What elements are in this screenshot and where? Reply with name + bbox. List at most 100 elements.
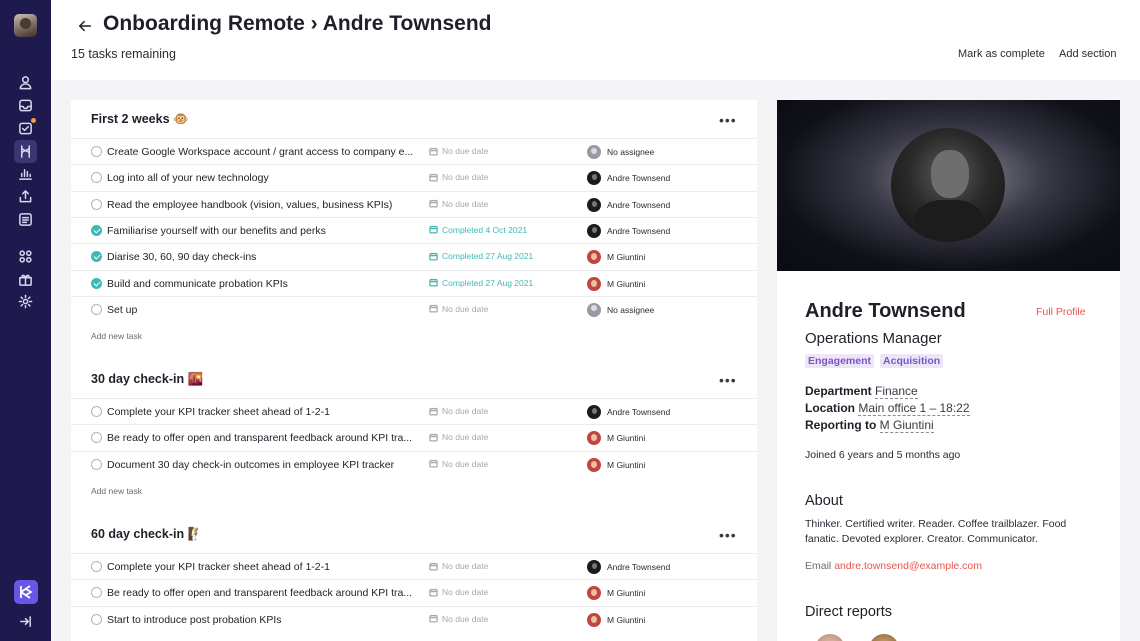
due-date[interactable]: No due date	[429, 304, 488, 314]
tag-engagement[interactable]: Engagement	[805, 354, 875, 368]
task-name[interactable]: Set up	[107, 304, 417, 316]
inbox-icon[interactable]	[16, 96, 35, 115]
task-checkbox[interactable]	[91, 172, 102, 184]
task-checkbox[interactable]	[91, 406, 102, 417]
workflows-icon[interactable]	[14, 140, 37, 163]
due-date[interactable]: No due date	[429, 406, 488, 416]
section-more-icon[interactable]: •••	[719, 373, 737, 387]
list-icon[interactable]	[16, 210, 35, 229]
assignee[interactable]: M Giuntini	[587, 431, 645, 446]
task-checkbox[interactable]	[91, 146, 102, 157]
task-name[interactable]: Document 30 day check-in outcomes in emp…	[107, 459, 417, 471]
task-checkbox[interactable]	[91, 198, 102, 210]
back-arrow-icon[interactable]	[75, 16, 95, 36]
mark-complete-button[interactable]: Mark as complete	[958, 48, 1045, 60]
due-date[interactable]: No due date	[429, 172, 488, 182]
task-name[interactable]: Start to introduce post probation KPIs	[107, 614, 417, 626]
department-row: Department Finance	[805, 384, 918, 399]
location-value[interactable]: Main office 1 – 18:22	[858, 401, 970, 416]
section-more-icon[interactable]: •••	[719, 528, 737, 542]
due-date[interactable]: Completed 4 Oct 2021	[429, 225, 527, 235]
task-row[interactable]: Be ready to offer open and transparent f…	[71, 579, 757, 605]
user-avatar[interactable]	[14, 14, 37, 37]
section-more-icon[interactable]: •••	[719, 113, 737, 127]
task-name[interactable]: Build and communicate probation KPIs	[107, 278, 417, 290]
task-row[interactable]: Document 30 day check-in outcomes in emp…	[71, 450, 757, 477]
task-complete-check-icon[interactable]	[91, 277, 102, 289]
due-date[interactable]: No due date	[429, 587, 488, 597]
task-row[interactable]: Be ready to offer open and transparent f…	[71, 424, 757, 450]
add-section-button[interactable]: Add section	[1059, 48, 1116, 60]
task-complete-check-icon[interactable]	[91, 224, 102, 236]
assignee-name: Andre Townsend	[607, 562, 671, 572]
apps-grid-icon[interactable]	[16, 247, 35, 266]
task-checkbox[interactable]	[91, 587, 102, 599]
assignee[interactable]: Andre Townsend	[587, 560, 670, 574]
task-name[interactable]: Diarise 30, 60, 90 day check-ins	[107, 251, 417, 263]
due-date[interactable]: No due date	[429, 199, 488, 209]
task-name[interactable]: Be ready to offer open and transparent f…	[107, 432, 417, 444]
task-row[interactable]: Build and communicate probation KPIs Com…	[71, 269, 757, 296]
due-date[interactable]: Completed 27 Aug 2021	[429, 251, 533, 261]
due-date[interactable]: No due date	[429, 561, 488, 571]
email-link[interactable]: andre.townsend@example.com	[834, 560, 982, 572]
assignee[interactable]: Andre Townsend	[587, 197, 670, 212]
task-checkbox[interactable]	[91, 613, 102, 625]
task-name[interactable]: Complete your KPI tracker sheet ahead of…	[107, 561, 417, 573]
settings-gear-icon[interactable]	[16, 292, 35, 311]
assignee[interactable]: M Giuntini	[587, 276, 645, 291]
task-name[interactable]: Familiarise yourself with our benefits a…	[107, 225, 417, 237]
assignee-avatar	[587, 171, 601, 186]
task-row[interactable]: Log into all of your new technology No d…	[71, 164, 757, 190]
task-checkbox[interactable]	[91, 303, 102, 315]
app-logo-icon[interactable]	[14, 580, 38, 604]
gift-icon[interactable]	[16, 270, 35, 289]
analytics-icon[interactable]	[16, 164, 35, 183]
task-row[interactable]: Create Google Workspace account / grant …	[71, 138, 757, 164]
department-value[interactable]: Finance	[875, 384, 918, 399]
add-new-task-button[interactable]: Add new task	[91, 331, 142, 341]
upload-icon[interactable]	[16, 187, 35, 206]
task-row[interactable]: Read the employee handbook (vision, valu…	[71, 190, 757, 217]
assignee[interactable]: M Giuntini	[587, 586, 645, 601]
task-row[interactable]: Diarise 30, 60, 90 day check-ins Complet…	[71, 243, 757, 269]
reporting-value[interactable]: M Giuntini	[879, 418, 934, 433]
due-date[interactable]: No due date	[429, 432, 488, 442]
task-name[interactable]: Complete your KPI tracker sheet ahead of…	[107, 406, 417, 418]
task-checkbox[interactable]	[91, 432, 102, 444]
task-name[interactable]: Read the employee handbook (vision, valu…	[107, 199, 417, 211]
task-name[interactable]: Be ready to offer open and transparent f…	[107, 587, 417, 599]
due-date[interactable]: No due date	[429, 146, 488, 156]
page-title: Onboarding Remote › Andre Townsend	[103, 12, 492, 35]
due-date[interactable]: Completed 27 Aug 2021	[429, 278, 533, 288]
tag-acquisition[interactable]: Acquisition	[880, 354, 944, 368]
due-date[interactable]: No due date	[429, 459, 488, 469]
person-icon[interactable]	[16, 73, 35, 92]
task-row[interactable]: Complete your KPI tracker sheet ahead of…	[71, 553, 757, 579]
tasks-icon[interactable]	[16, 118, 36, 138]
assignee[interactable]: M Giuntini	[587, 612, 645, 627]
assignee[interactable]: No assignee	[587, 302, 654, 317]
direct-report-avatar[interactable]	[869, 634, 899, 641]
task-name[interactable]: Log into all of your new technology	[107, 172, 417, 184]
task-name[interactable]: Create Google Workspace account / grant …	[107, 146, 417, 158]
task-checkbox[interactable]	[91, 561, 102, 572]
assignee[interactable]: Andre Townsend	[587, 171, 670, 186]
full-profile-link[interactable]: Full Profile	[1036, 306, 1086, 318]
task-list-panel: First 2 weeks 🐵 ••• Create Google Workspa…	[71, 100, 757, 641]
task-row[interactable]: Start to introduce post probation KPIs N…	[71, 605, 757, 632]
collapse-sidebar-icon[interactable]	[16, 612, 35, 631]
task-row[interactable]: Set up No due date No assignee	[71, 295, 757, 322]
task-checkbox[interactable]	[91, 458, 102, 470]
add-new-task-button[interactable]: Add new task	[91, 486, 142, 496]
task-row[interactable]: Familiarise yourself with our benefits a…	[71, 216, 757, 243]
due-date[interactable]: No due date	[429, 614, 488, 624]
assignee[interactable]: Andre Townsend	[587, 223, 670, 238]
task-row[interactable]: Complete your KPI tracker sheet ahead of…	[71, 398, 757, 424]
direct-report-avatar[interactable]	[815, 634, 845, 641]
task-complete-check-icon[interactable]	[91, 251, 102, 263]
assignee[interactable]: M Giuntini	[587, 250, 645, 265]
assignee[interactable]: Andre Townsend	[587, 405, 670, 419]
assignee[interactable]: M Giuntini	[587, 457, 645, 472]
assignee[interactable]: No assignee	[587, 145, 654, 159]
